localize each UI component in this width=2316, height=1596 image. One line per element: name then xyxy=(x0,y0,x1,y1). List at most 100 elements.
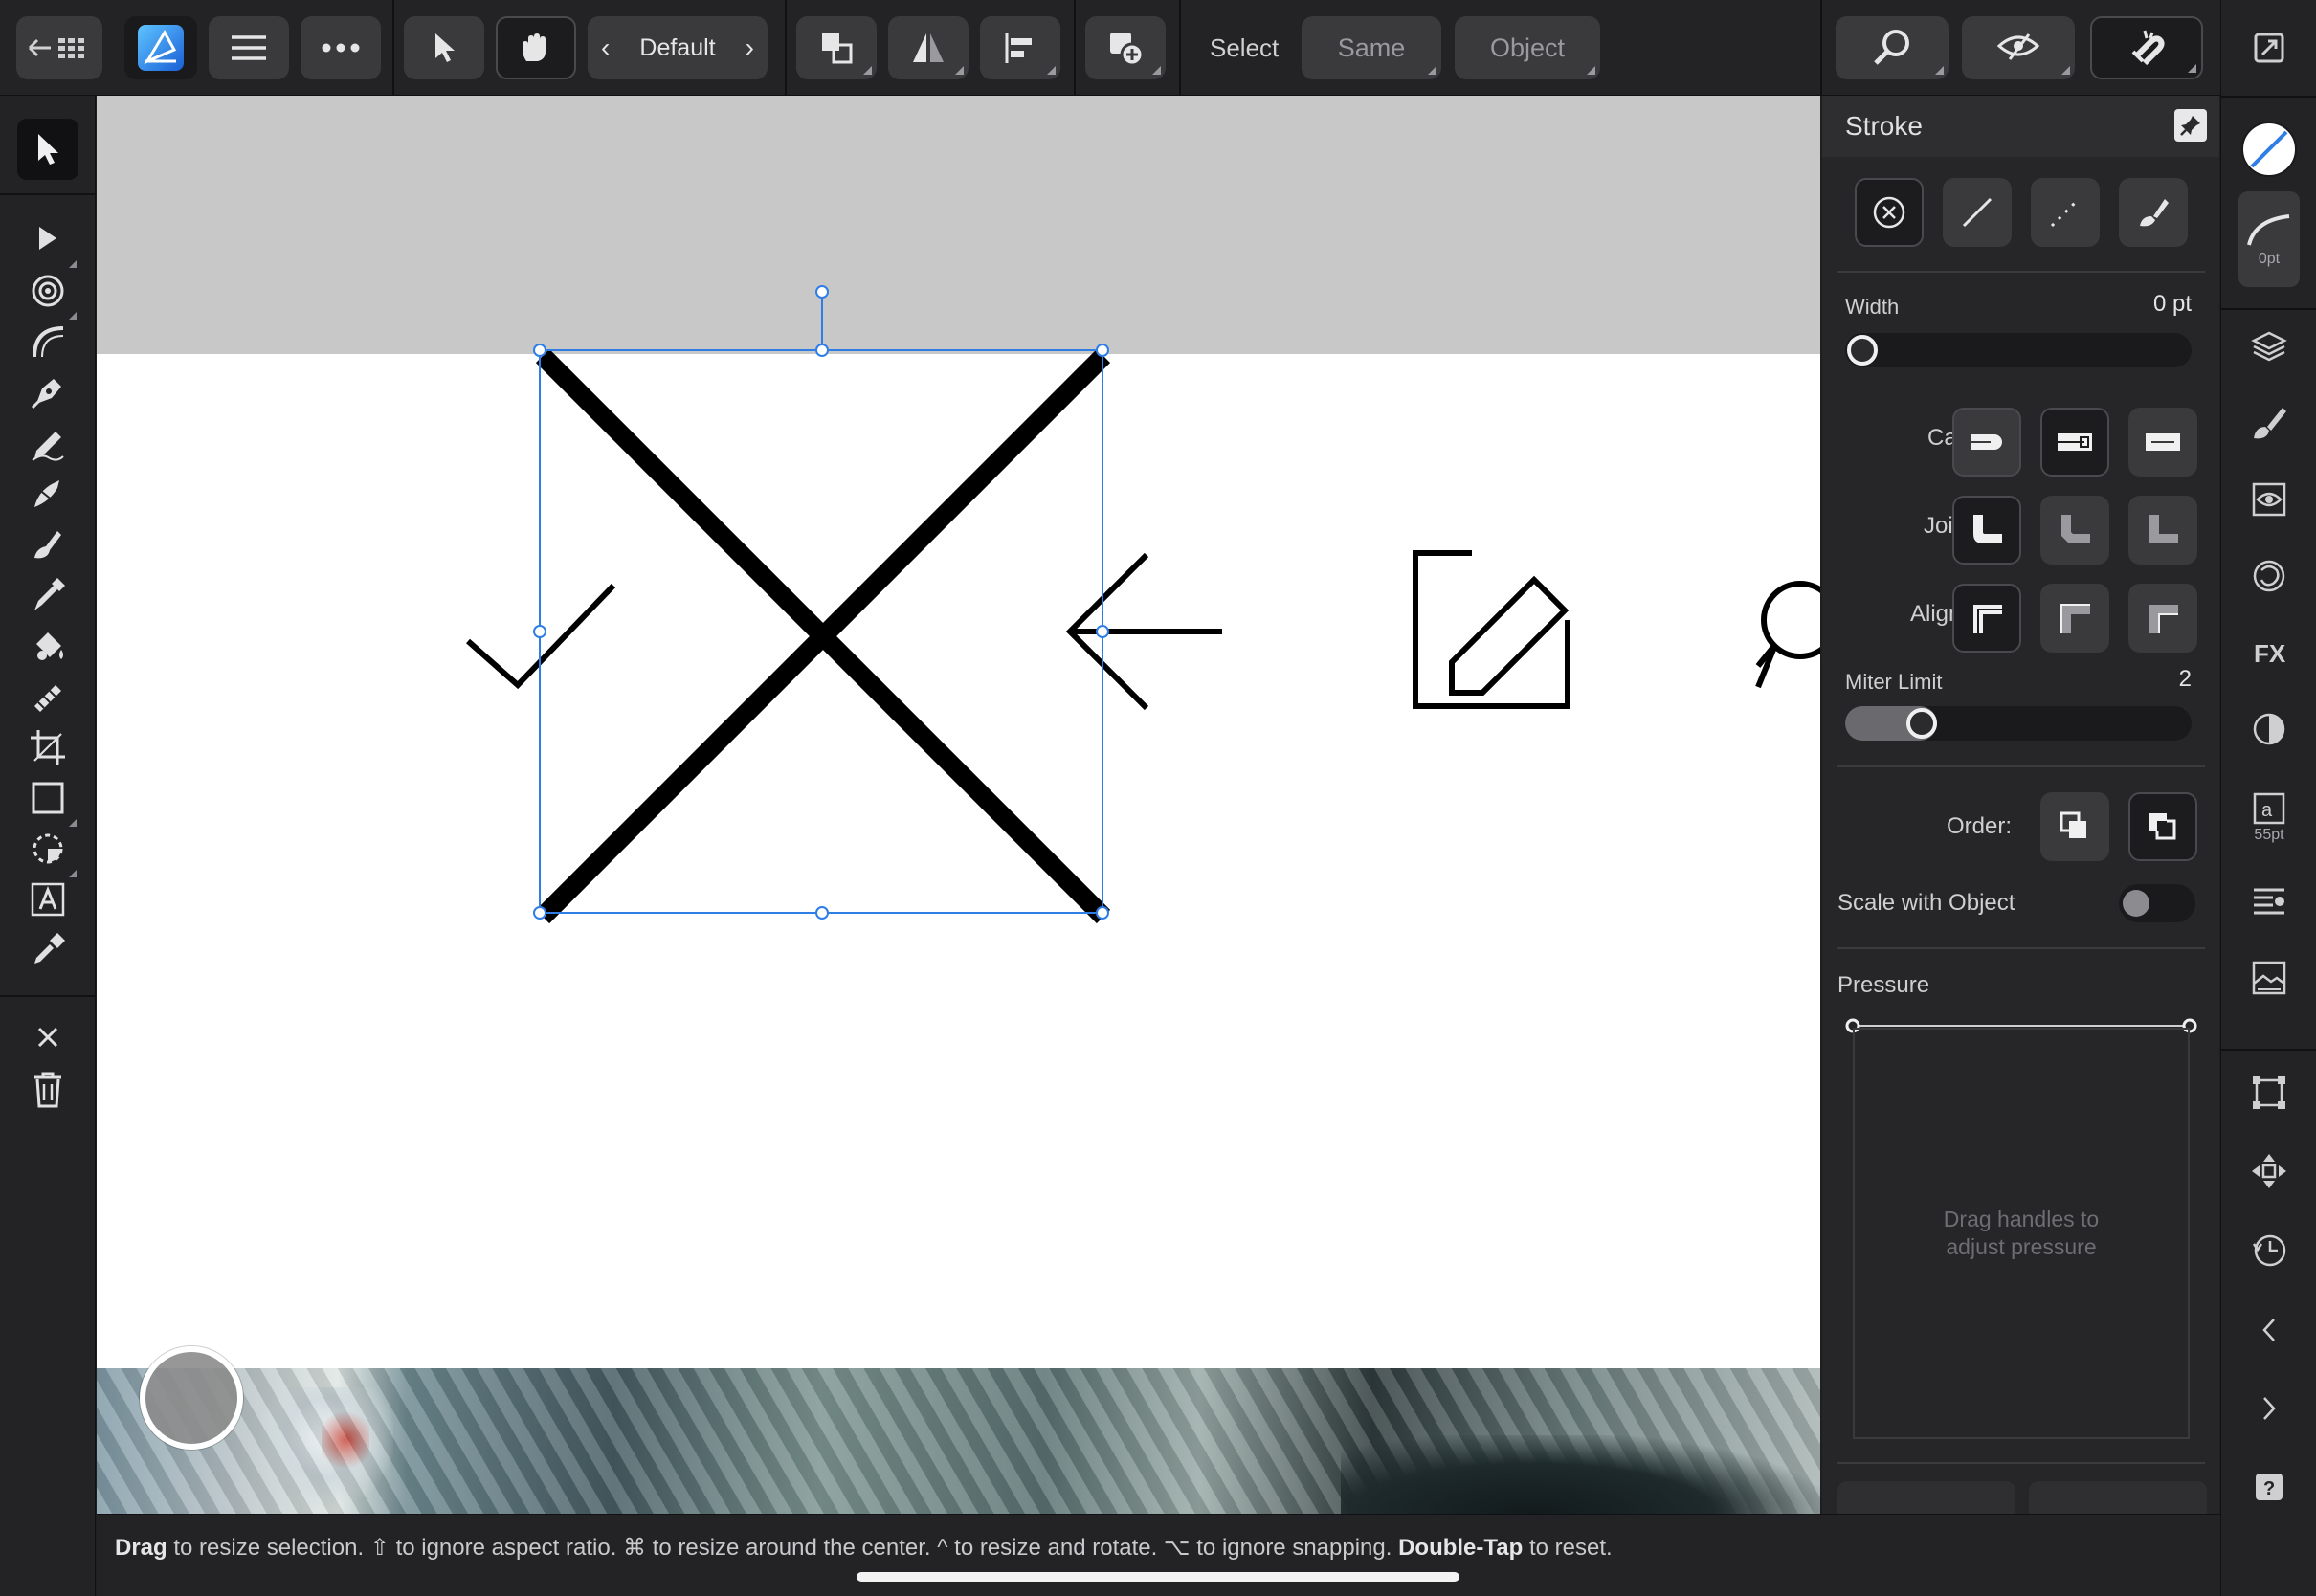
home-indicator[interactable] xyxy=(857,1572,1459,1582)
hand-icon xyxy=(523,33,546,61)
hint-text-2: to reset. xyxy=(1523,1535,1613,1561)
more-button[interactable] xyxy=(301,16,381,79)
toolbar-separator xyxy=(1074,0,1076,96)
same-label: Same xyxy=(1337,33,1406,62)
move-tool[interactable] xyxy=(17,119,78,180)
pin-panel-button[interactable] xyxy=(2174,109,2207,142)
layers-studio-button[interactable] xyxy=(2238,316,2300,377)
svg-text:a: a xyxy=(2261,800,2273,821)
flip-button[interactable] xyxy=(888,16,969,79)
preset-selector[interactable]: ‹ Default › xyxy=(588,16,768,79)
pressure-hint-line1: Drag handles to xyxy=(1943,1207,2100,1231)
cap-square-button[interactable] xyxy=(2128,408,2197,477)
align-outside-button[interactable] xyxy=(2128,584,2197,653)
resize-handle xyxy=(533,625,546,638)
document-canvas[interactable] xyxy=(97,96,1820,1514)
cap-square-icon xyxy=(2058,433,2092,451)
miter-limit-value[interactable]: 2 xyxy=(2138,666,2192,693)
arrow-shape[interactable] xyxy=(1065,552,1222,711)
panel-separator xyxy=(1837,271,2205,273)
status-hint: Drag to resize selection. ⇧ to ignore as… xyxy=(115,1534,1613,1562)
scale-with-object-toggle[interactable] xyxy=(2119,884,2195,922)
back-to-documents-button[interactable] xyxy=(16,16,102,79)
resize-handle xyxy=(533,906,546,920)
stroke-curve-icon xyxy=(2247,214,2290,246)
text-styles-studio-button[interactable]: a 55pt xyxy=(2238,780,2300,856)
collapse-left-button[interactable] xyxy=(2238,1299,2300,1361)
appearance-studio-button[interactable] xyxy=(2238,469,2300,530)
cap-butt-button[interactable] xyxy=(1952,408,2021,477)
assistive-record-button[interactable] xyxy=(140,1346,243,1450)
stock-studio-button[interactable] xyxy=(2238,947,2300,1009)
miter-slider-knob[interactable] xyxy=(1905,708,1937,739)
pressure-graph[interactable]: Drag handles to adjust pressure xyxy=(1853,1028,2190,1439)
context-toggle-button[interactable] xyxy=(2238,17,2300,78)
symbols-studio-button[interactable] xyxy=(2238,545,2300,607)
designer-logo-icon xyxy=(138,25,184,71)
select-mode-button[interactable] xyxy=(404,16,484,79)
miter-limit-slider[interactable] xyxy=(1845,706,2192,741)
join-bevel-button[interactable] xyxy=(2040,496,2109,565)
view-mode-button[interactable] xyxy=(1962,16,2075,79)
stroke-solid-button[interactable] xyxy=(1943,178,2012,247)
panel-bottom-tab-left[interactable] xyxy=(1837,1481,2015,1514)
cap-round-button[interactable] xyxy=(2040,408,2109,477)
align-button[interactable] xyxy=(980,16,1060,79)
panel-bottom-tab-right[interactable] xyxy=(2029,1481,2207,1514)
collapse-right-button[interactable] xyxy=(2238,1378,2300,1439)
magnifier-shape[interactable] xyxy=(1755,581,1820,689)
color-picker-tool[interactable] xyxy=(17,920,78,981)
stroke-behind-fill-button[interactable] xyxy=(2040,792,2109,861)
select-object-button[interactable]: Object xyxy=(1455,16,1600,79)
menu-button[interactable] xyxy=(209,16,289,79)
toolbar-separator xyxy=(785,0,787,96)
rotate-handle xyxy=(815,285,829,299)
align-inside-button[interactable] xyxy=(2040,584,2109,653)
effects-studio-button[interactable]: FX xyxy=(2238,622,2300,683)
align-inside-stroke-icon xyxy=(2060,604,2090,633)
stroke-none-button[interactable] xyxy=(1855,178,1924,247)
join-round-button[interactable] xyxy=(1952,496,2021,565)
crop-icon xyxy=(31,730,65,765)
snapping-button[interactable] xyxy=(2090,16,2203,79)
pressure-hint: Drag handles to adjust pressure xyxy=(1855,1206,2188,1261)
preset-label: Default xyxy=(639,33,716,61)
transform-icon xyxy=(2253,1076,2285,1109)
chevron-left-icon[interactable]: ‹ xyxy=(601,33,610,63)
delete-button[interactable] xyxy=(17,1058,78,1119)
arrange-button[interactable] xyxy=(796,16,877,79)
stroke-texture-button[interactable] xyxy=(2119,178,2188,247)
hand-touch-mode-button[interactable] xyxy=(496,16,576,79)
boolean-add-button[interactable] xyxy=(1085,16,1166,79)
width-slider[interactable] xyxy=(1845,333,2192,367)
x-shape[interactable] xyxy=(535,348,1111,924)
color-studio-button[interactable] xyxy=(2238,119,2300,180)
vector-brush-icon xyxy=(32,480,64,510)
stroke-front-fill-button[interactable] xyxy=(2128,792,2197,861)
help-button[interactable]: ? xyxy=(2238,1456,2300,1518)
width-label: Width xyxy=(1845,295,1900,319)
toggle-knob xyxy=(2123,890,2149,917)
align-center-button[interactable] xyxy=(1952,584,2021,653)
select-same-button[interactable]: Same xyxy=(1302,16,1441,79)
width-slider-knob[interactable] xyxy=(1847,335,1878,366)
history-studio-button[interactable] xyxy=(2238,1219,2300,1280)
pressure-hint-line2: adjust pressure xyxy=(1946,1234,2097,1259)
cap-butt-icon xyxy=(2146,433,2180,451)
brushes-studio-button[interactable] xyxy=(2238,392,2300,454)
stroke-studio-button[interactable]: 0pt xyxy=(2238,191,2300,287)
join-miter-button[interactable] xyxy=(2128,496,2197,565)
paragraph-studio-button[interactable] xyxy=(2238,871,2300,932)
transparency-studio-button[interactable] xyxy=(2238,698,2300,760)
affinity-designer-persona-button[interactable] xyxy=(124,16,197,79)
zoom-button[interactable] xyxy=(1836,16,1949,79)
chevron-right-icon[interactable]: › xyxy=(746,33,754,63)
stroke-dashed-button[interactable] xyxy=(2031,178,2100,247)
select-label: Select xyxy=(1210,33,1280,62)
text-size-readout: 55pt xyxy=(2254,827,2284,843)
transform-studio-button[interactable] xyxy=(2238,1062,2300,1123)
edit-shape[interactable] xyxy=(1413,550,1570,709)
width-value[interactable]: 0 pt xyxy=(2138,291,2192,318)
join-round-icon xyxy=(1973,515,2002,543)
navigator-studio-button[interactable] xyxy=(2238,1141,2300,1202)
